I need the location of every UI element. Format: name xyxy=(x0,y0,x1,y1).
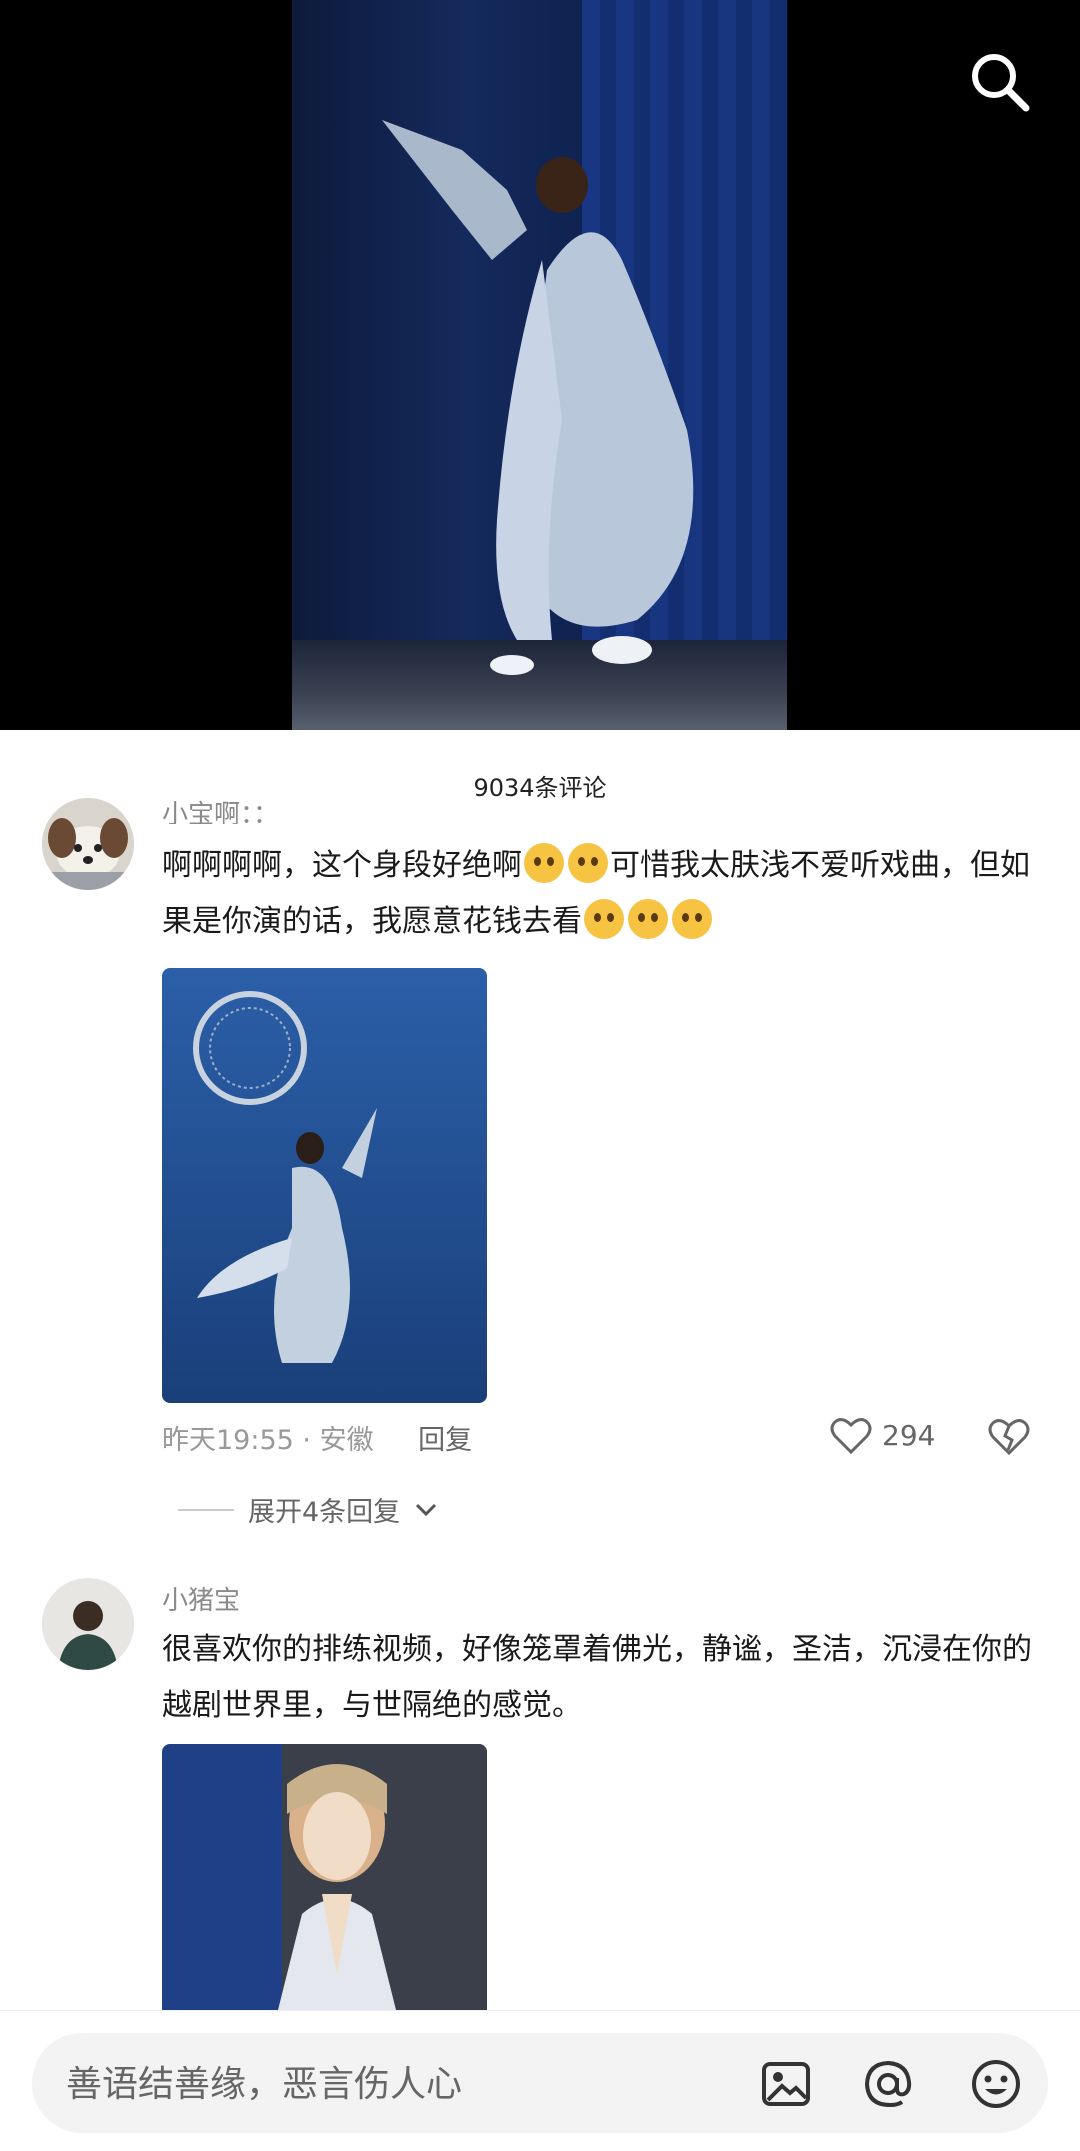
crying-emoji-icon xyxy=(568,843,608,883)
comment-meta: 昨天19:55 · 安徽 回复 xyxy=(162,1418,472,1457)
comment-username[interactable]: 小猪宝 xyxy=(162,1580,240,1617)
comment-image[interactable] xyxy=(162,1744,487,2014)
heart-icon xyxy=(830,1418,872,1455)
pleading-emoji-icon xyxy=(584,899,624,939)
image-icon[interactable] xyxy=(760,2058,812,2110)
video-player[interactable] xyxy=(0,0,1080,730)
like-button[interactable]: 294 xyxy=(830,1415,935,1455)
dancer-figure xyxy=(382,120,694,675)
comment-time: 昨天19:55 xyxy=(162,1425,294,1456)
comment-location: 安徽 xyxy=(319,1425,374,1456)
at-icon[interactable] xyxy=(862,2058,914,2110)
expand-replies-label: 展开4条回复 xyxy=(248,1497,401,1528)
divider-line xyxy=(178,1508,234,1511)
search-icon[interactable] xyxy=(966,48,1036,118)
avatar[interactable] xyxy=(42,798,134,890)
comment-input-container[interactable] xyxy=(32,2033,1048,2135)
comment-input[interactable] xyxy=(64,2033,748,2135)
video-frame xyxy=(292,0,787,730)
crying-emoji-icon xyxy=(524,843,564,883)
emoji-icon[interactable] xyxy=(970,2058,1022,2110)
like-count: 294 xyxy=(882,1418,936,1452)
meta-separator: · xyxy=(302,1425,320,1456)
comment-username[interactable]: 小宝啊：： xyxy=(162,794,279,824)
pleading-emoji-icon xyxy=(672,899,712,939)
reply-button[interactable]: 回复 xyxy=(418,1425,472,1456)
pleading-emoji-icon xyxy=(628,899,668,939)
comment-text-part: 啊啊啊啊，这个身段好绝啊 xyxy=(162,848,522,883)
comment-input-bar xyxy=(0,2010,1080,2151)
expand-replies-button[interactable]: 展开4条回复 xyxy=(178,1490,438,1529)
chevron-down-icon xyxy=(416,1503,437,1516)
avatar[interactable] xyxy=(42,1578,134,1670)
comment-text: 很喜欢你的排练视频，好像笼罩着佛光，静谧，圣洁，沉浸在你的越剧世界里，与世隔绝的… xyxy=(162,1632,1032,1723)
comment-text: 啊啊啊啊，这个身段好绝啊 可惜我太肤浅不爱听戏曲，但如果是你演的话，我愿意花钱去看 xyxy=(162,838,1042,950)
broken-heart-icon[interactable] xyxy=(988,1416,1030,1456)
comment-image[interactable] xyxy=(162,968,487,1403)
